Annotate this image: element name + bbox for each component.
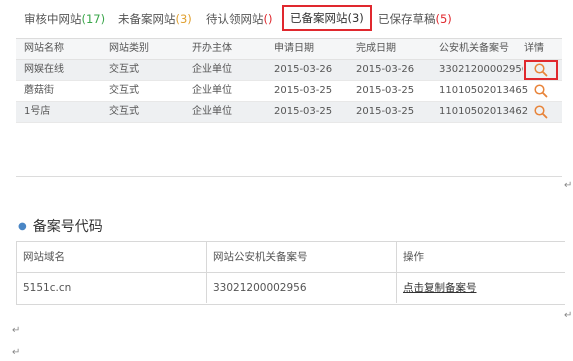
copy-record-number-link[interactable]: 点击复制备案号 bbox=[403, 282, 477, 294]
registered-sites-table: 网站名称 网站类别 开办主体 申请日期 完成日期 公安机关备案号 详情 网娱在线… bbox=[16, 38, 562, 177]
view-details-button[interactable] bbox=[533, 83, 549, 99]
tab-count: (5) bbox=[435, 12, 452, 26]
view-details-button[interactable] bbox=[533, 104, 549, 120]
site-status-tabs: 审核中网站(17) 未备案网站(3) 待认领网站() 已备案网站(3) 已保存草… bbox=[16, 0, 562, 39]
tab-label: 已保存草稿 bbox=[378, 12, 436, 26]
apply-date: 2015-03-25 bbox=[274, 106, 333, 117]
table-header-row: 网站名称 网站类别 开办主体 申请日期 完成日期 公安机关备案号 详情 bbox=[16, 39, 562, 60]
complete-date: 2015-03-25 bbox=[356, 106, 415, 117]
record-number: 33021200002956 bbox=[207, 273, 397, 303]
column-header: 网站域名 bbox=[17, 242, 207, 272]
site-domain: 5151c.cn bbox=[17, 273, 207, 303]
site-category: 交互式 bbox=[109, 64, 139, 75]
apply-date: 2015-03-26 bbox=[274, 64, 333, 75]
record-code-table: 网站域名 网站公安机关备案号 操作 5151c.cn 3302120000295… bbox=[16, 241, 565, 305]
tab-unregistered[interactable]: 未备案网站(3) bbox=[118, 8, 192, 30]
site-name: 网娱在线 bbox=[24, 64, 64, 75]
search-icon bbox=[533, 62, 549, 78]
paragraph-mark: ↵ bbox=[564, 180, 573, 191]
tab-label: 审核中网站 bbox=[24, 12, 82, 26]
column-header: 申请日期 bbox=[274, 43, 314, 54]
record-number: 11010502013462 bbox=[439, 106, 529, 117]
paragraph-mark: ↵ bbox=[12, 347, 21, 358]
bullet-icon: ● bbox=[18, 221, 27, 232]
tab-label: 待认领网站 bbox=[206, 12, 264, 26]
table-row: 蘑菇街 交互式 企业单位 2015-03-25 2015-03-25 11010… bbox=[16, 81, 562, 102]
search-icon bbox=[533, 83, 549, 99]
tab-to-be-claimed[interactable]: 待认领网站() bbox=[206, 8, 272, 30]
search-icon bbox=[533, 104, 549, 120]
section-heading: ● 备案号代码 bbox=[18, 216, 103, 236]
tab-count: (17) bbox=[81, 12, 106, 26]
table-row: 5151c.cn 33021200002956 点击复制备案号 bbox=[17, 273, 565, 303]
complete-date: 2015-03-26 bbox=[356, 64, 415, 75]
complete-date: 2015-03-25 bbox=[356, 85, 415, 96]
site-owner-type: 企业单位 bbox=[192, 85, 232, 96]
tab-under-review[interactable]: 审核中网站(17) bbox=[24, 8, 105, 30]
tab-count: (3) bbox=[175, 12, 192, 26]
tab-label: 已备案网站 bbox=[290, 11, 348, 25]
section-title-text: 备案号代码 bbox=[32, 219, 103, 235]
site-owner-type: 企业单位 bbox=[192, 64, 232, 75]
record-number: 33021200002956 bbox=[439, 64, 523, 75]
site-name: 蘑菇街 bbox=[24, 85, 54, 96]
column-header: 完成日期 bbox=[356, 43, 396, 54]
paragraph-mark: ↵ bbox=[12, 325, 21, 336]
column-header: 开办主体 bbox=[192, 43, 232, 54]
column-header: 操作 bbox=[403, 251, 424, 263]
column-header: 网站名称 bbox=[24, 43, 64, 54]
record-number: 11010502013465 bbox=[439, 85, 529, 96]
site-category: 交互式 bbox=[109, 85, 139, 96]
copy-record-cell: 点击复制备案号 bbox=[397, 273, 565, 303]
paragraph-mark: ↵ bbox=[564, 310, 573, 321]
column-header: 详情 bbox=[524, 43, 544, 54]
tab-registered[interactable]: 已备案网站(3) bbox=[282, 5, 372, 31]
view-details-button[interactable] bbox=[524, 60, 558, 80]
apply-date: 2015-03-25 bbox=[274, 85, 333, 96]
tab-count: (3) bbox=[347, 11, 364, 25]
site-category: 交互式 bbox=[109, 106, 139, 117]
tab-label: 未备案网站 bbox=[118, 12, 176, 26]
site-owner-type: 企业单位 bbox=[192, 106, 232, 117]
table-row: 1号店 交互式 企业单位 2015-03-25 2015-03-25 11010… bbox=[16, 102, 562, 123]
column-header: 公安机关备案号 bbox=[439, 43, 509, 54]
table-row: 网娱在线 交互式 企业单位 2015-03-26 2015-03-26 3302… bbox=[16, 60, 562, 81]
tab-count: () bbox=[263, 12, 273, 26]
column-header: 网站类别 bbox=[109, 43, 149, 54]
site-name: 1号店 bbox=[24, 106, 51, 117]
tab-saved-drafts[interactable]: 已保存草稿(5) bbox=[378, 8, 452, 30]
column-header: 网站公安机关备案号 bbox=[207, 242, 397, 272]
table-header-row: 网站域名 网站公安机关备案号 操作 bbox=[17, 242, 565, 273]
